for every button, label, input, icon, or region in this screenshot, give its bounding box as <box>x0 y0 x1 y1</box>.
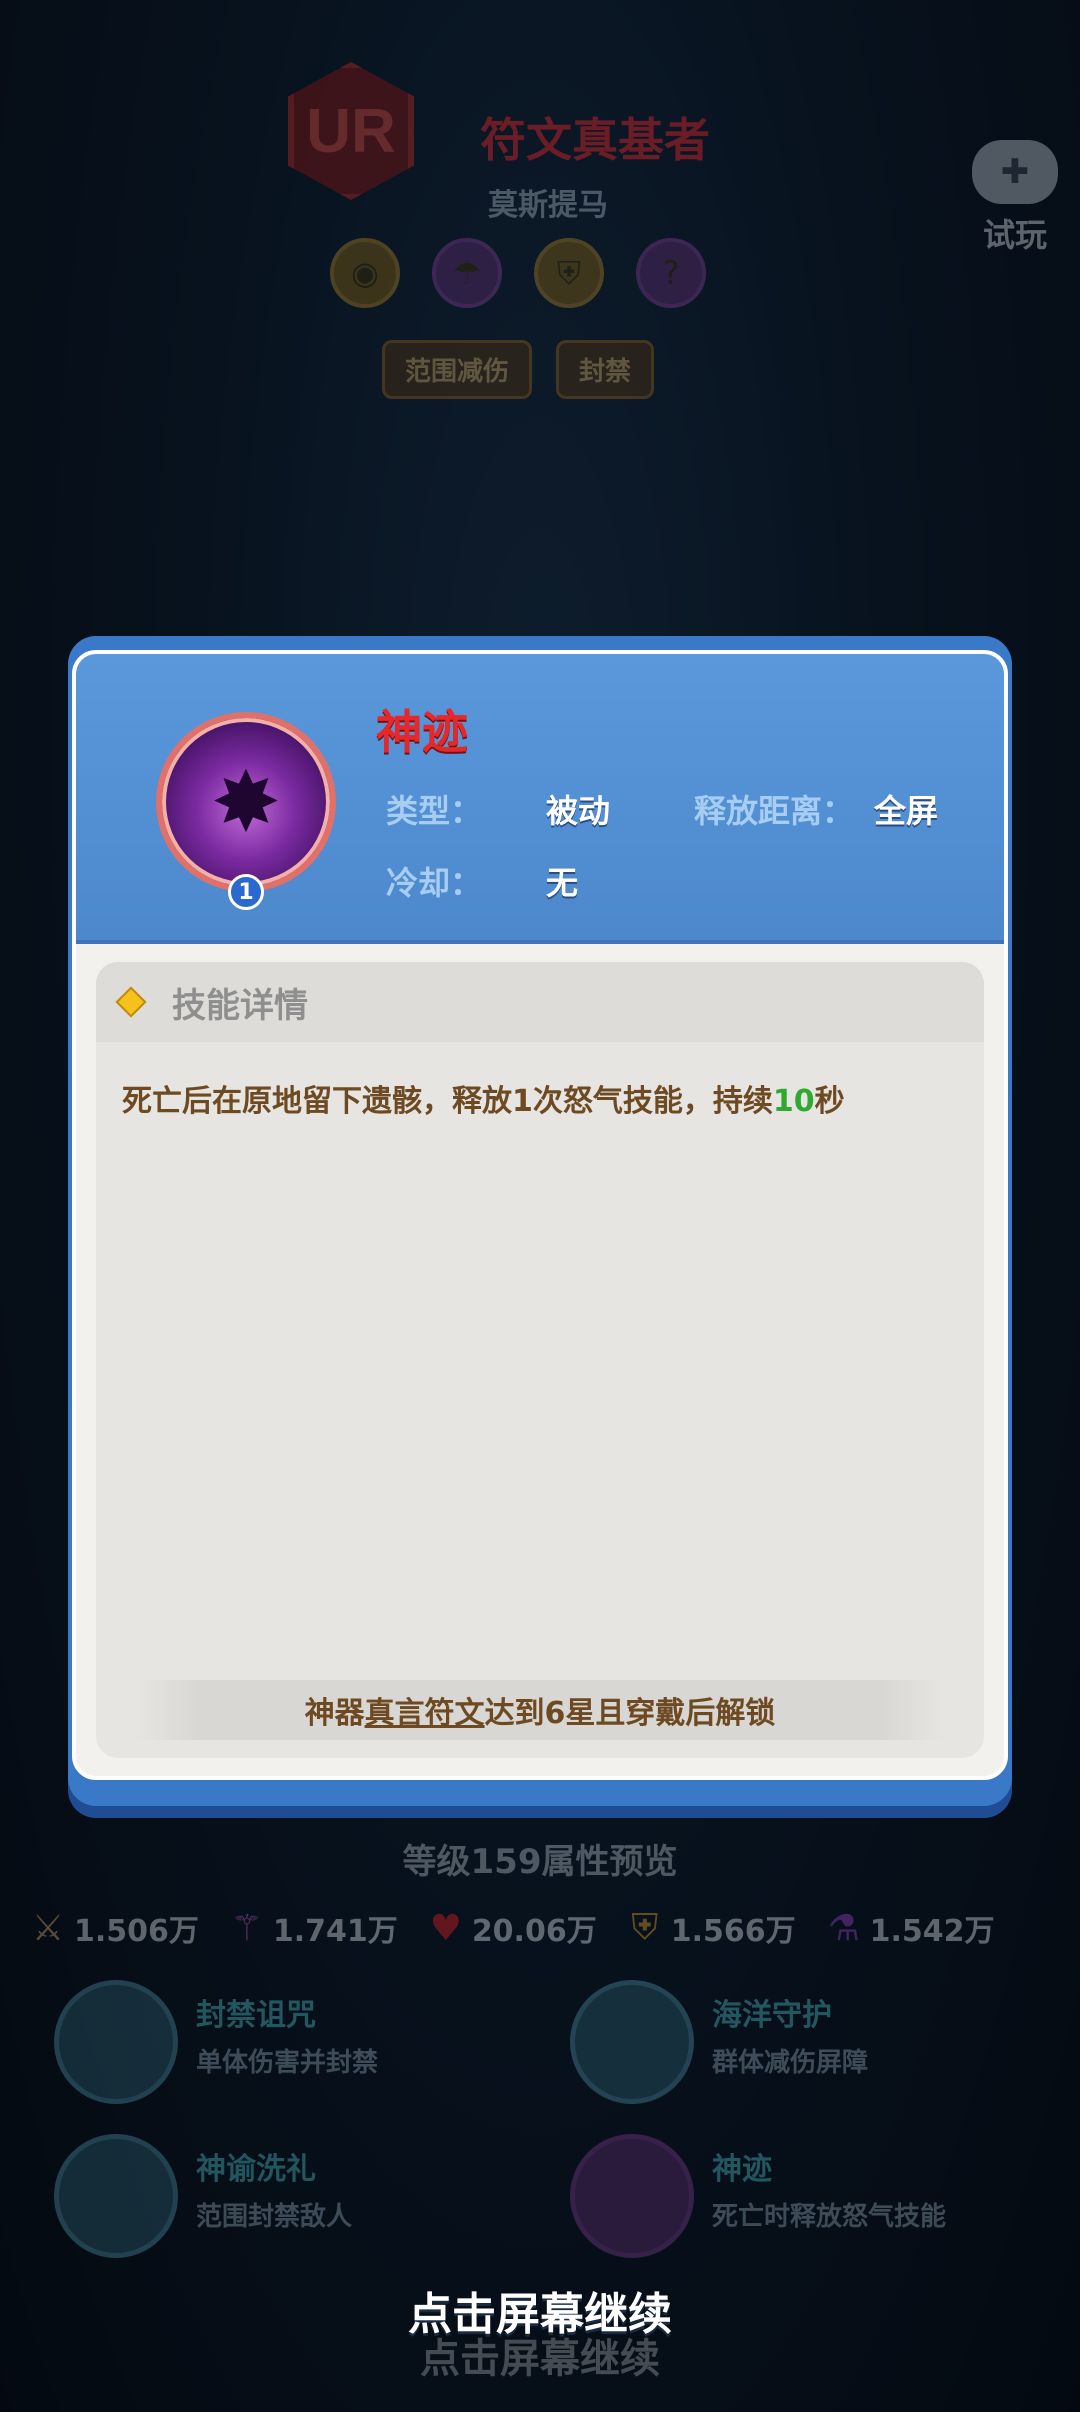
hero-tags: 范围减伤 封禁 <box>382 340 655 399</box>
eye-icon: ◉ <box>330 238 400 308</box>
type-value: 被动 <box>546 792 611 830</box>
hook-icon: ? <box>636 238 706 308</box>
cooldown-label: 冷却： <box>386 864 483 902</box>
stat-value: 1.566万 <box>670 1914 796 1949</box>
gamepad-icon: ✚ <box>972 140 1058 204</box>
skill-card-desc: 死亡时释放怒气技能 <box>712 2202 947 2232</box>
hero-tag: 封禁 <box>556 340 655 399</box>
trial-label: 试玩 <box>982 216 1047 254</box>
skill-card-name: 封禁诅咒 <box>196 1998 316 2033</box>
wand-icon: ⚚ <box>230 1907 264 1949</box>
skill-header: ✸ 1 神迹 类型： 被动 释放距离： 全屏 冷却： 无 <box>76 654 1004 944</box>
description-text: 死亡后在原地留下遗骸，释放1次怒气技能，持续 <box>122 1084 773 1119</box>
stat-item: ♥ 20.06万 <box>426 1906 597 1950</box>
type-label: 类型： <box>386 792 483 830</box>
cooldown-value: 无 <box>546 864 579 902</box>
skill-thumb <box>54 2134 178 2258</box>
skill-card-desc: 范围封禁敌人 <box>196 2202 353 2232</box>
skill-thumb <box>570 2134 694 2258</box>
skill-card[interactable]: 海洋守护 群体减伤屏障 <box>570 1980 1070 2120</box>
description-highlight: 10 <box>772 1084 815 1119</box>
range-label: 释放距离： <box>694 792 855 830</box>
skill-level-badge: 1 <box>228 874 264 910</box>
hero-subtitle: 莫斯提马 <box>488 188 608 223</box>
unlock-link[interactable]: 真言符文 <box>365 1688 485 1732</box>
skill-card-name: 神谕洗礼 <box>196 2152 316 2187</box>
skill-card[interactable]: 神谕洗礼 范围封禁敌人 <box>54 2134 554 2274</box>
continue-prompt-echo: 点击屏幕继续 <box>420 2336 660 2382</box>
section-title-text: 技能详情 <box>172 985 308 1026</box>
unlock-prefix: 神器 <box>304 1696 365 1731</box>
unlock-condition: 神器 真言符文 达到6星且穿戴后解锁 <box>136 1680 944 1740</box>
skill-thumb <box>54 1980 178 2104</box>
heart-icon: ♥ <box>429 1907 462 1949</box>
stat-item: ⛨ 1.566万 <box>625 1906 796 1950</box>
skill-name: 神迹 <box>376 705 468 759</box>
stat-value: 1.506万 <box>74 1914 199 1949</box>
rank-badge: UR <box>288 62 414 200</box>
skill-detail-popup: ✸ 1 神迹 类型： 被动 释放距离： 全屏 冷却： 无 技能详情 死亡后在原地… <box>68 636 1012 1806</box>
skill-card-desc: 群体减伤屏障 <box>712 2048 869 2078</box>
skill-card[interactable]: 封禁诅咒 单体伤害并封禁 <box>54 1980 554 2120</box>
skill-card[interactable]: 神迹 死亡时释放怒气技能 <box>570 2134 1070 2274</box>
hero-header: UR 符文真基者 莫斯提马 ◉ ☂ ⛨ ? 范围减伤 封禁 <box>0 0 1080 420</box>
hero-trait-icons: ◉ ☂ ⛨ ? <box>330 238 706 308</box>
hero-tag: 范围减伤 <box>382 340 533 399</box>
trial-button[interactable]: ✚ 试玩 <box>950 140 1080 256</box>
hero-name: 符文真基者 <box>480 113 710 167</box>
description-suffix: 秒 <box>814 1084 845 1119</box>
stat-item: ⚔ 1.506万 <box>28 1906 199 1950</box>
skill-description: 死亡后在原地留下遗骸，释放1次怒气技能，持续10秒 <box>122 1076 964 1120</box>
unlock-suffix: 达到6星且穿戴后解锁 <box>484 1696 776 1731</box>
skill-card-desc: 单体伤害并封禁 <box>196 2048 379 2078</box>
attribute-preview: 等级159属性预览 ⚔ 1.506万 ⚚ 1.741万 ♥ 20.06万 ⛨ 1… <box>0 1820 1080 2280</box>
stat-item: ⚗ 1.542万 <box>824 1906 995 1950</box>
preview-title: 等级159属性预览 <box>402 1842 678 1882</box>
umbrella-icon: ☂ <box>432 238 502 308</box>
stat-row: ⚔ 1.506万 ⚚ 1.741万 ♥ 20.06万 ⛨ 1.566万 ⚗ 1.… <box>28 1906 1068 1950</box>
potion-icon: ⚗ <box>827 1907 860 1949</box>
range-value: 全屏 <box>874 792 939 830</box>
skill-thumb <box>570 1980 694 2104</box>
skill-card-name: 神迹 <box>712 2152 772 2187</box>
stat-value: 1.741万 <box>272 1914 398 1949</box>
shield-icon: ⛨ <box>534 238 604 308</box>
sword-icon: ⚔ <box>31 1907 65 1949</box>
skill-card-name: 海洋守护 <box>712 1998 832 2033</box>
shield-icon: ⛨ <box>631 1907 659 1948</box>
section-title: 技能详情 <box>96 962 984 1042</box>
skill-detail-panel: 技能详情 死亡后在原地留下遗骸，释放1次怒气技能，持续10秒 神器 真言符文 达到6… <box>96 962 984 1758</box>
stat-value: 20.06万 <box>471 1914 597 1949</box>
diamond-icon <box>115 986 147 1018</box>
skill-icon: ✸ <box>156 712 336 892</box>
stat-value: 1.542万 <box>869 1914 995 1949</box>
popup-panel: ✸ 1 神迹 类型： 被动 释放距离： 全屏 冷却： 无 技能详情 死亡后在原地… <box>72 650 1008 1780</box>
stat-item: ⚚ 1.741万 <box>227 1906 398 1950</box>
